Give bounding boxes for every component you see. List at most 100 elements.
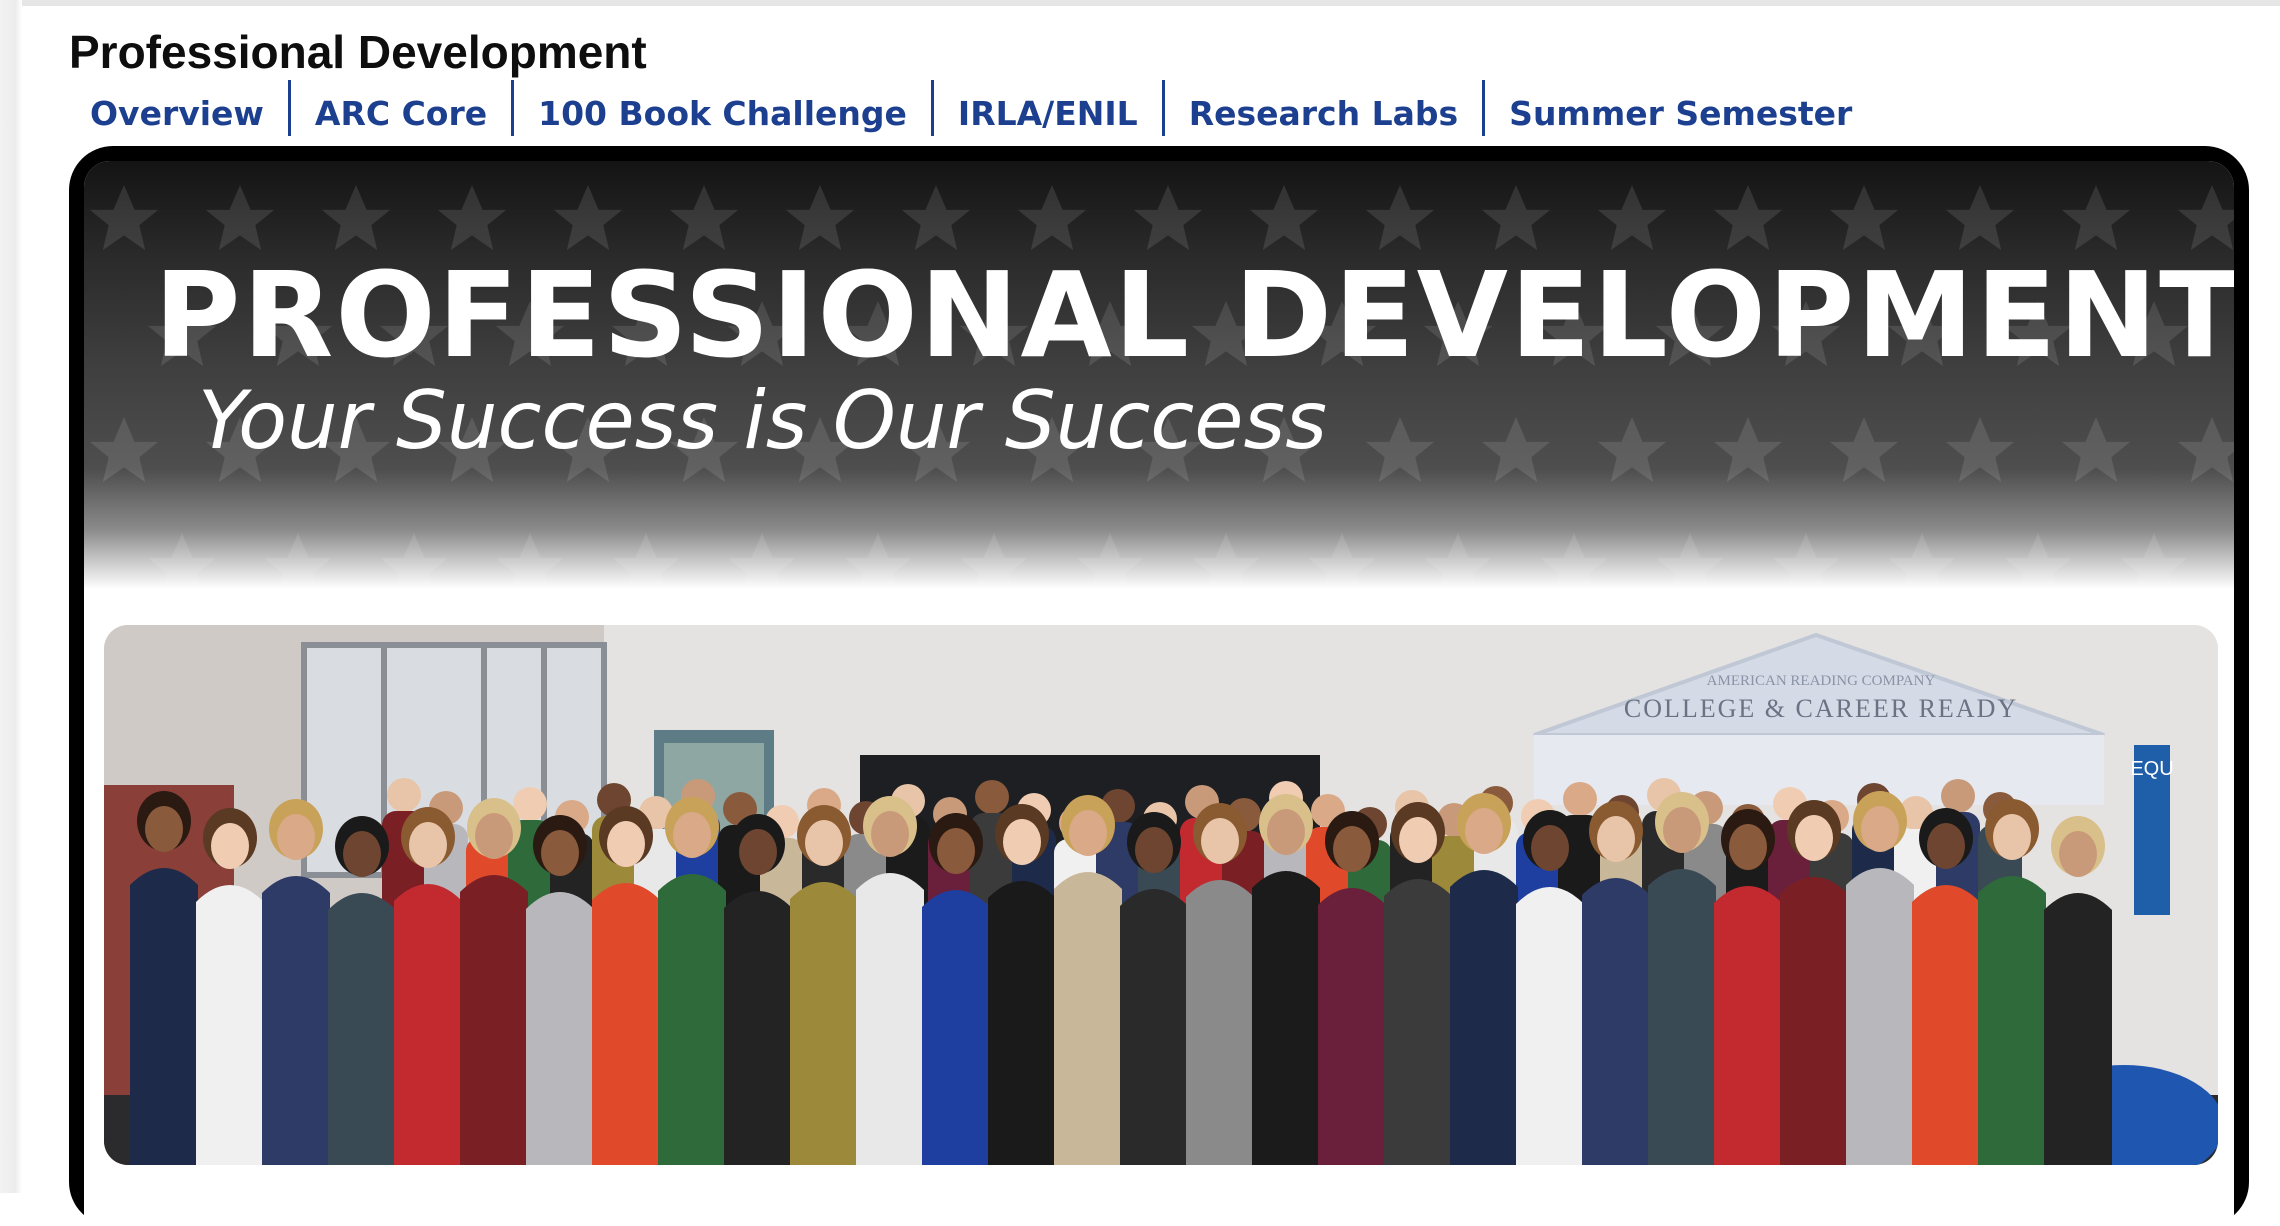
person-silhouette xyxy=(130,868,198,1165)
person-silhouette xyxy=(2044,893,2112,1165)
nav-link-irla-enil[interactable]: IRLA/ENIL xyxy=(930,80,1162,136)
person-silhouette xyxy=(1927,823,1965,869)
star-icon xyxy=(1887,533,1957,589)
content-panel: PROFESSIONAL DEVELOPMENT Your Success is… xyxy=(84,161,2234,1226)
person-silhouette xyxy=(1648,869,1716,1165)
person-silhouette xyxy=(1201,818,1239,864)
banner-subtitle: Your Success is Our Success xyxy=(198,374,1327,467)
person-silhouette xyxy=(460,875,528,1165)
person-silhouette xyxy=(1318,888,1386,1165)
person-silhouette xyxy=(673,812,711,858)
person-silhouette xyxy=(277,814,315,860)
star-icon xyxy=(495,533,565,589)
person-silhouette xyxy=(1993,814,2031,860)
star-icon xyxy=(1945,417,2015,483)
star-icon xyxy=(785,185,855,251)
star-icon xyxy=(2119,533,2189,589)
star-icon xyxy=(1713,417,1783,483)
person-silhouette xyxy=(526,892,594,1165)
person-silhouette xyxy=(1003,819,1041,865)
nav-link-summer-semester[interactable]: Summer Semester xyxy=(1482,80,1876,136)
group-photo-illustration: AMERICAN READING COMPANY COLLEGE & CAREE… xyxy=(104,625,2218,1165)
section-nav: Overview ARC Core 100 Book Challenge IRL… xyxy=(72,80,1876,136)
star-icon xyxy=(1365,185,1435,251)
person-silhouette xyxy=(1399,817,1437,863)
star-icon xyxy=(321,185,391,251)
nav-link-100-book-challenge[interactable]: 100 Book Challenge xyxy=(511,80,931,136)
hero-banner: PROFESSIONAL DEVELOPMENT Your Success is… xyxy=(84,161,2234,589)
star-icon xyxy=(727,533,797,589)
person-silhouette xyxy=(1267,809,1305,855)
person-silhouette xyxy=(937,828,975,874)
star-icon xyxy=(1829,185,1899,251)
star-icon xyxy=(1539,533,1609,589)
star-icon xyxy=(843,533,913,589)
star-icon xyxy=(1075,533,1145,589)
star-icon xyxy=(263,533,333,589)
person-silhouette xyxy=(790,882,858,1165)
person-silhouette xyxy=(871,811,909,857)
star-icon xyxy=(1597,417,1667,483)
star-icon xyxy=(2177,417,2234,483)
star-icon xyxy=(205,185,275,251)
person-silhouette xyxy=(1516,887,1584,1165)
person-silhouette xyxy=(1714,886,1782,1165)
person-silhouette xyxy=(1861,806,1899,852)
person-silhouette xyxy=(658,874,726,1165)
star-icon xyxy=(89,185,159,251)
backdrop-line-1: AMERICAN READING COMPANY xyxy=(1707,673,1936,689)
person-silhouette xyxy=(1846,868,1914,1165)
person-silhouette xyxy=(1531,825,1569,871)
star-icon xyxy=(1481,417,1551,483)
star-icon xyxy=(1365,417,1435,483)
person-silhouette xyxy=(1663,807,1701,853)
star-icon xyxy=(2061,417,2131,483)
person-silhouette xyxy=(1780,877,1848,1165)
star-icon xyxy=(1249,185,1319,251)
star-icon xyxy=(2177,185,2234,251)
person-silhouette xyxy=(541,830,579,876)
person-silhouette xyxy=(196,885,264,1165)
person-silhouette xyxy=(1941,779,1975,813)
person-silhouette xyxy=(1912,885,1980,1165)
group-photo: AMERICAN READING COMPANY COLLEGE & CAREE… xyxy=(104,625,2218,1165)
star-icon xyxy=(1423,533,1493,589)
person-silhouette xyxy=(387,778,421,812)
person-silhouette xyxy=(1465,808,1503,854)
person-silhouette xyxy=(739,829,777,875)
star-icon xyxy=(379,533,449,589)
left-rule xyxy=(0,0,22,1193)
person-silhouette xyxy=(1333,826,1371,872)
person-silhouette xyxy=(394,884,462,1165)
person-silhouette xyxy=(1069,810,1107,856)
page-title: Professional Development xyxy=(69,26,647,78)
person-silhouette xyxy=(1135,827,1173,873)
star-icon xyxy=(1829,417,1899,483)
star-icon xyxy=(437,185,507,251)
person-silhouette xyxy=(2059,831,2097,877)
person-silhouette xyxy=(211,823,249,869)
star-icon xyxy=(959,533,1029,589)
nav-link-overview[interactable]: Overview xyxy=(72,80,288,136)
star-icon xyxy=(1713,185,1783,251)
star-icon xyxy=(611,533,681,589)
person-silhouette xyxy=(1563,782,1597,816)
person-silhouette xyxy=(975,780,1009,814)
star-icon xyxy=(1655,533,1725,589)
person-silhouette xyxy=(1120,889,1188,1165)
content-frame: PROFESSIONAL DEVELOPMENT Your Success is… xyxy=(69,146,2249,1226)
person-silhouette xyxy=(1978,876,2046,1165)
star-icon xyxy=(147,533,217,589)
person-silhouette xyxy=(1054,872,1122,1165)
top-rule xyxy=(0,0,2280,6)
person-silhouette xyxy=(409,822,447,868)
nav-link-research-labs[interactable]: Research Labs xyxy=(1161,80,1482,136)
star-icon xyxy=(1771,533,1841,589)
star-icon xyxy=(1307,533,1377,589)
person-silhouette xyxy=(988,881,1056,1165)
star-icon xyxy=(2061,185,2131,251)
person-silhouette xyxy=(328,893,396,1165)
person-silhouette xyxy=(805,820,843,866)
person-silhouette xyxy=(475,813,513,859)
nav-link-arc-core[interactable]: ARC Core xyxy=(287,80,511,136)
